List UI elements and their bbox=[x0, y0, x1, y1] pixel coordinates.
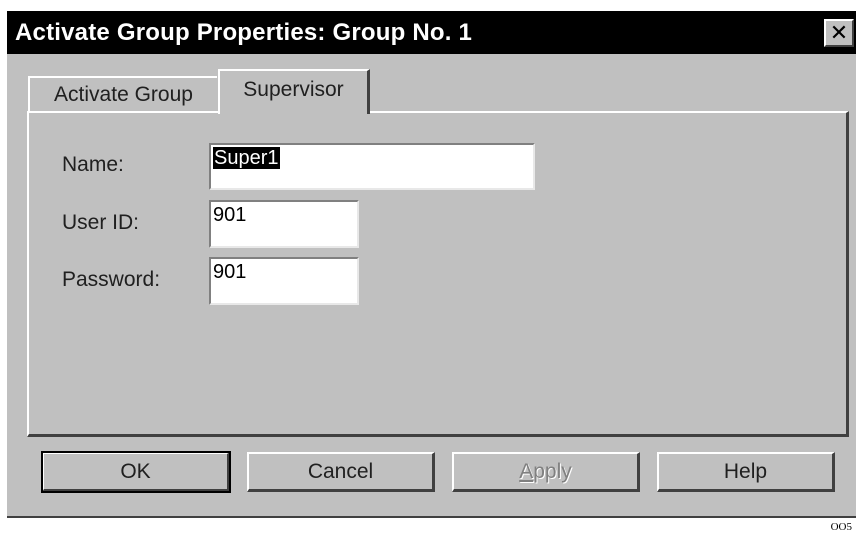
supervisor-panel: Name: Super1 User ID: 901 Password: 901 bbox=[27, 111, 849, 437]
user-id-value: 901 bbox=[213, 204, 247, 226]
apply-button[interactable]: Apply bbox=[452, 452, 640, 492]
name-value: Super1 bbox=[213, 147, 280, 169]
name-label: Name: bbox=[62, 153, 124, 176]
cancel-label: Cancel bbox=[307, 459, 374, 483]
tab-label: Supervisor bbox=[243, 77, 344, 101]
tab-activate-group[interactable]: Activate Group bbox=[28, 76, 217, 112]
password-value: 901 bbox=[213, 261, 247, 283]
name-field[interactable]: Super1 bbox=[209, 143, 535, 190]
properties-dialog: Activate Group Properties: Group No. 1 ✕… bbox=[7, 11, 856, 518]
ok-label: OK bbox=[120, 459, 151, 483]
help-button[interactable]: Help bbox=[657, 452, 835, 492]
figure-code: OO5 bbox=[830, 521, 852, 533]
help-label: Help bbox=[723, 459, 768, 483]
apply-label-rest: pply bbox=[533, 459, 572, 483]
apply-label: Apply bbox=[519, 460, 572, 484]
ok-button[interactable]: OK bbox=[41, 451, 231, 493]
tab-label: Activate Group bbox=[54, 83, 193, 106]
cancel-button[interactable]: Cancel bbox=[247, 452, 435, 492]
apply-mnemonic: A bbox=[519, 459, 534, 483]
user-id-field[interactable]: 901 bbox=[209, 200, 359, 248]
password-label: Password: bbox=[62, 268, 161, 291]
password-field[interactable]: 901 bbox=[209, 257, 359, 305]
user-id-label: User ID: bbox=[62, 211, 140, 234]
tab-supervisor[interactable]: Supervisor bbox=[218, 69, 370, 114]
title-bar[interactable]: Activate Group Properties: Group No. 1 ✕ bbox=[7, 11, 856, 54]
dialog-title: Activate Group Properties: Group No. 1 bbox=[15, 19, 473, 46]
close-icon: ✕ bbox=[829, 20, 849, 45]
close-button[interactable]: ✕ bbox=[824, 19, 854, 47]
